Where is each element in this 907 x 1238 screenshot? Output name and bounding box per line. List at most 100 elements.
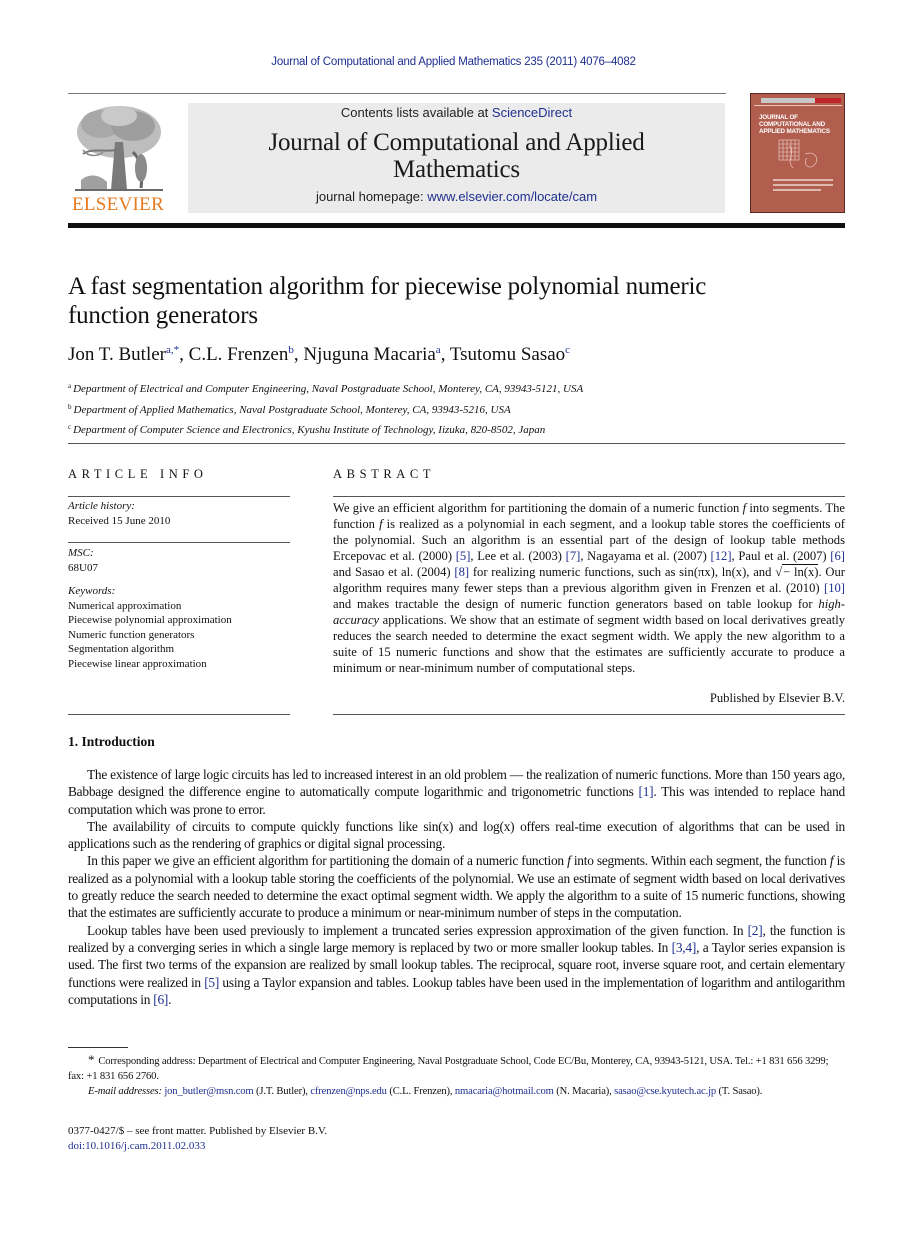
email-link[interactable]: cfrenzen@nps.edu [310, 1086, 387, 1097]
homepage-prefix: journal homepage: [315, 189, 428, 204]
article-info-rule [68, 714, 290, 715]
sciencedirect-link[interactable]: ScienceDirect [492, 105, 572, 120]
email-label: E-mail addresses: [88, 1086, 162, 1097]
article-title-line2: function generators [68, 302, 258, 329]
citation-link[interactable]: [7] [566, 549, 581, 563]
footnotes: * Corresponding address: Department of El… [68, 1052, 845, 1099]
homepage-line: journal homepage: www.elsevier.com/locat… [188, 189, 725, 204]
paragraph: The existence of large logic circuits ha… [68, 767, 846, 817]
keyword-item: Segmentation algorithm [68, 643, 175, 655]
abstract-text: We give an efficient algorithm for parti… [333, 501, 846, 675]
cover-art-icon [778, 139, 817, 169]
elsevier-logo[interactable]: ELSEVIER [68, 100, 168, 216]
author-affiliation-ref[interactable]: a [436, 344, 441, 356]
cover-text-lines [773, 179, 833, 194]
article-info-heading: ARTICLE INFO [68, 467, 208, 481]
paragraph: Lookup tables have been used previously … [68, 922, 846, 1007]
citation-link[interactable]: [6] [153, 992, 168, 1007]
affiliation-text: Department of Computer Science and Elect… [73, 424, 546, 436]
citation-link[interactable]: [8] [454, 565, 469, 579]
footnote-rule [68, 1047, 128, 1048]
journal-citation[interactable]: Journal of Computational and Applied Mat… [0, 56, 907, 68]
article-title-line1: A fast segmentation algorithm for piecew… [68, 273, 707, 300]
msc-code: 68U07 [68, 561, 98, 574]
cover-divider [754, 105, 842, 106]
author-affiliation-ref[interactable]: c [565, 344, 570, 356]
citation-link[interactable]: [5] [204, 975, 219, 990]
elsevier-wordmark: ELSEVIER [71, 194, 165, 215]
contents-line: Contents lists available at ScienceDirec… [188, 105, 725, 120]
journal-cover-thumbnail[interactable]: JOURNAL OF COMPUTATIONAL AND APPLIED MAT… [750, 93, 845, 213]
keywords-block: Keywords: Numerical approximation Piecew… [68, 584, 290, 671]
sqrt-argument: − ln(x) [782, 564, 819, 579]
author-name: Njuguna Macaria [303, 344, 436, 365]
journal-name-line1: Journal of Computational and Applied [268, 129, 645, 156]
msc-block: MSC: 68U07 [68, 546, 290, 575]
citation-link[interactable]: [3,4] [672, 940, 697, 955]
affiliation-text: Department of Applied Mathematics, Naval… [73, 403, 511, 416]
author-list: Jon T. Butlera,*, C.L. Frenzenb, Njuguna… [68, 344, 571, 365]
journal-homepage-link[interactable]: www.elsevier.com/locate/cam [427, 189, 597, 204]
affiliations: a Department of Electrical and Computer E… [68, 378, 848, 440]
keyword-item: Piecewise polynomial approximation [68, 614, 232, 626]
affiliation-item: b Department of Applied Mathematics, Nava… [68, 399, 848, 420]
email-link[interactable]: sasao@cse.kyutech.ac.jp [614, 1086, 716, 1097]
issn-line: 0377-0427/$ – see front matter. Publishe… [68, 1125, 328, 1137]
citation-link[interactable]: [5] [456, 549, 471, 563]
cover-title-line3: APPLIED MATHEMATICS [759, 128, 830, 135]
abstract-heading: ABSTRACT [333, 467, 436, 481]
cover-title-line1: JOURNAL OF [759, 114, 798, 121]
article-history: Article history: Received 15 June 2010 [68, 499, 290, 528]
contents-prefix: Contents lists available at [340, 105, 492, 120]
abstract-published-by: Published by Elsevier B.V. [709, 691, 845, 705]
introduction-body: The existence of large logic circuits ha… [68, 766, 845, 1008]
citation-link[interactable]: [10] [824, 581, 845, 595]
corresponding-author-note: * Corresponding address: Department of El… [68, 1052, 829, 1082]
article-info-rule [68, 542, 290, 543]
affiliation-text: Department of Electrical and Computer En… [73, 383, 584, 395]
citation-link[interactable]: [12] [711, 549, 732, 563]
cover-top-bar [761, 98, 841, 103]
journal-name[interactable]: Journal of Computational and Applied Mat… [188, 129, 725, 183]
author-affiliation-ref[interactable]: a,* [166, 344, 179, 356]
section-divider [68, 443, 845, 444]
email-addresses: E-mail addresses: jon_butler@msn.com (J.… [88, 1086, 763, 1097]
cover-title: JOURNAL OF COMPUTATIONAL AND APPLIED MAT… [759, 114, 843, 135]
section-heading-introduction: 1. Introduction [68, 734, 155, 749]
author-name: Jon T. Butler [68, 344, 166, 365]
author-affiliation-ref[interactable]: b [288, 344, 294, 356]
keyword-item: Numeric function generators [68, 628, 195, 641]
received-date: Received 15 June 2010 [68, 514, 171, 527]
article-title: A fast segmentation algorithm for piecew… [68, 272, 828, 330]
affiliation-key: b [68, 402, 72, 411]
article-info-rule [68, 496, 290, 497]
affiliation-key: c [68, 423, 72, 431]
msc-label: MSC: [68, 547, 94, 559]
affiliation-key: a [68, 382, 72, 390]
footnote-star-marker: * [88, 1052, 95, 1067]
paragraph: In this paper we give an efficient algor… [68, 853, 846, 921]
header-thick-rule [68, 223, 845, 228]
article-history-label: Article history: [68, 500, 135, 512]
paragraph: The availability of circuits to compute … [68, 818, 845, 852]
abstract-rule [333, 714, 845, 715]
email-link[interactable]: jon_butler@msn.com [164, 1086, 253, 1097]
journal-name-line2: Mathematics [393, 156, 520, 183]
affiliation-item: a Department of Electrical and Computer E… [68, 378, 848, 399]
keyword-item: Piecewise linear approximation [68, 657, 207, 670]
affiliation-item: c Department of Computer Science and Elec… [68, 419, 848, 440]
author-name: Tsutomu Sasao [449, 344, 566, 365]
doi-link[interactable]: doi:10.1016/j.cam.2011.02.033 [68, 1140, 205, 1152]
journal-banner: Contents lists available at ScienceDirec… [188, 103, 725, 213]
citation-link[interactable]: [2] [748, 923, 763, 938]
author-name: C.L. Frenzen [188, 344, 289, 365]
citation-link[interactable]: [1] [639, 784, 654, 799]
citation-link[interactable]: [6] [830, 549, 845, 563]
email-link[interactable]: nmacaria@hotmail.com [455, 1086, 554, 1097]
elsevier-tree-icon [75, 106, 163, 191]
cover-title-line2: COMPUTATIONAL AND [759, 121, 825, 128]
masthead-rule [68, 93, 726, 94]
keyword-item: Numerical approximation [68, 599, 182, 612]
abstract-rule [333, 496, 845, 497]
keywords-label: Keywords: [68, 585, 116, 597]
